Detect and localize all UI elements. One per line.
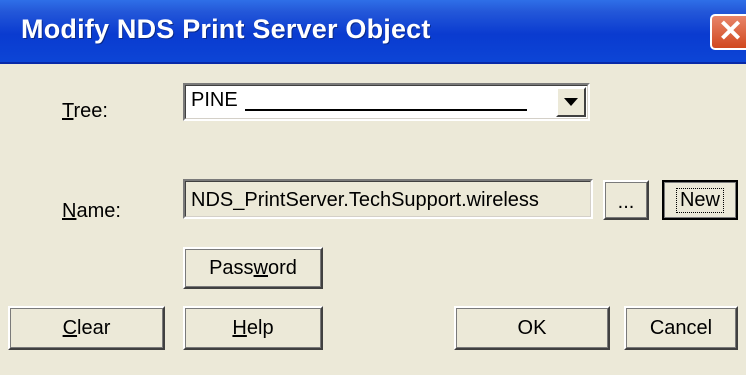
tree-dropdown-button[interactable] [556,87,586,117]
tree-combobox[interactable]: PINE [183,83,590,121]
name-field[interactable]: NDS_PrintServer.TechSupport.wireless [183,179,593,219]
name-field-value: NDS_PrintServer.TechSupport.wireless [191,189,539,211]
tree-value-underline [245,109,527,111]
close-icon: ✕ [718,15,744,48]
clear-button[interactable]: Clear [8,306,165,350]
new-button-label: New [675,187,724,213]
name-label: Name: [62,200,121,222]
close-button[interactable]: ✕ [710,14,746,50]
tree-combobox-value: PINE [191,89,238,111]
chevron-down-icon [564,98,578,106]
cancel-button[interactable]: Cancel [624,306,738,350]
help-button[interactable]: Help [183,306,323,350]
new-button[interactable]: New [662,180,738,220]
ok-button[interactable]: OK [454,306,610,350]
browse-button[interactable]: ... [603,180,649,220]
title-bar[interactable]: Modify NDS Print Server Object ✕ [0,0,746,64]
password-button[interactable]: Pass w ord [183,247,323,289]
dialog-window: Modify NDS Print Server Object ✕ Tree: P… [0,0,746,375]
tree-label: Tree: [62,100,108,122]
window-title: Modify NDS Print Server Object [21,14,431,44]
